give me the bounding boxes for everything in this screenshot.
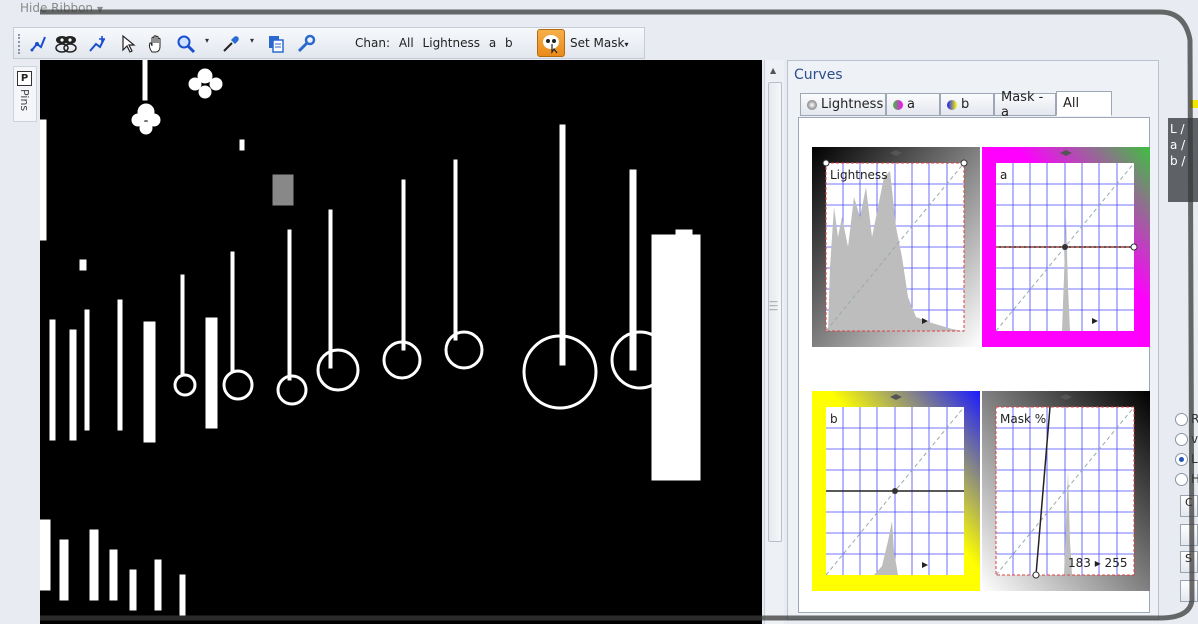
lab-readout-a: a /: [1170, 138, 1186, 152]
chevron-down-icon: ▾: [624, 40, 629, 49]
tab-label: b: [961, 97, 970, 112]
mask-preview-image: [40, 60, 701, 616]
chevron-down-icon: ▼: [96, 5, 104, 14]
app-window: { "ribbon": {"toggle_label": "Hide Ribbo…: [0, 0, 1198, 624]
lab-readout-box: L / a / b /: [1168, 118, 1198, 202]
chan-label: Chan:: [355, 36, 390, 50]
radio-option[interactable]: [1175, 413, 1188, 426]
tab-label: Lightness: [821, 97, 884, 112]
tab-label: a: [907, 97, 915, 112]
scroll-up-icon[interactable]: ▲: [770, 66, 776, 75]
side-button[interactable]: S: [1180, 551, 1198, 573]
pointer-icon[interactable]: [116, 32, 140, 56]
lab-readout-b: b /: [1170, 154, 1186, 168]
chan-option-a[interactable]: a: [489, 36, 496, 50]
curves-title: Curves: [794, 67, 843, 83]
add-point-icon[interactable]: [86, 32, 110, 56]
curve-point[interactable]: [960, 159, 968, 167]
side-button[interactable]: [1180, 524, 1198, 546]
graph-label-mask: Mask %: [1000, 412, 1046, 426]
hide-ribbon-label: Hide Ribbon: [20, 1, 94, 15]
lightness-curve-graph[interactable]: Lightness: [812, 147, 980, 347]
chan-option-all[interactable]: All: [399, 36, 414, 50]
curve-point[interactable]: [1062, 244, 1068, 250]
curve-point[interactable]: [822, 159, 830, 167]
a-channel-icon: [893, 99, 903, 110]
canvas-vertical-scrollbar[interactable]: ▲ — — —: [764, 60, 784, 624]
chan-option-lightness[interactable]: Lightness: [423, 36, 480, 50]
mask-face-icon: [543, 35, 559, 54]
curve-point[interactable]: [1032, 571, 1040, 579]
copy-icon[interactable]: [264, 32, 288, 56]
curve-tool-icon[interactable]: [26, 32, 50, 56]
curves-panel: Curves Lightness a b Mask - a All Lightn…: [787, 60, 1159, 620]
b-curve-graph[interactable]: b: [812, 391, 980, 591]
b-channel-icon: [947, 99, 957, 110]
yellow-indicator: [1190, 100, 1198, 108]
eyedropper-icon[interactable]: [219, 32, 243, 56]
set-mask-label: Set Mask: [570, 36, 625, 50]
graph-label-lightness: Lightness: [830, 168, 887, 182]
grip-lines-icon: — — —: [769, 297, 778, 315]
hide-ribbon-toggle[interactable]: Hide Ribbon ▼: [20, 1, 103, 15]
radio-option-selected[interactable]: [1175, 453, 1188, 466]
wrench-icon[interactable]: [294, 32, 318, 56]
tab-mask-a[interactable]: Mask - a: [994, 90, 1056, 120]
curve-point[interactable]: [892, 488, 898, 494]
pin-box[interactable]: P: [17, 71, 32, 86]
tab-label: Mask - a: [1001, 89, 1044, 120]
radio-option[interactable]: [1175, 433, 1188, 446]
radio-label: L: [1191, 452, 1198, 466]
a-curve-graph[interactable]: a: [982, 147, 1150, 347]
tab-a[interactable]: a: [886, 93, 940, 116]
side-button[interactable]: [1180, 580, 1198, 602]
tab-label: All: [1063, 96, 1080, 111]
channel-selector: Chan: All Lightness a b: [355, 36, 518, 50]
set-mask-dropdown[interactable]: Set Mask▾: [570, 36, 628, 50]
zoom-dropdown-icon[interactable]: ▾: [205, 36, 209, 45]
eyedropper-dropdown-icon[interactable]: ▾: [250, 36, 254, 45]
lab-readout-l: L /: [1170, 122, 1185, 136]
toolbar-grip[interactable]: [18, 34, 21, 54]
lightness-icon: [807, 99, 817, 110]
mask-mode-button[interactable]: [537, 29, 565, 57]
curve-point[interactable]: [1130, 243, 1138, 251]
image-canvas[interactable]: [40, 60, 762, 624]
radio-label: H: [1191, 472, 1198, 486]
mask-range-readout: 183 ▸ 255: [1068, 556, 1127, 570]
tab-b[interactable]: b: [940, 93, 994, 116]
graph-label-a: a: [1000, 168, 1007, 182]
tab-all[interactable]: All: [1056, 91, 1112, 116]
radio-label: v: [1191, 432, 1198, 446]
main-toolbar: ▾ ▾ Chan: All Lightness a b Set Mask▾: [13, 27, 645, 59]
pins-panel[interactable]: P Pins: [13, 66, 37, 122]
pins-label: Pins: [18, 89, 31, 112]
tab-lightness[interactable]: Lightness: [800, 93, 886, 116]
side-button[interactable]: C: [1180, 495, 1198, 517]
zoom-icon[interactable]: [174, 32, 198, 56]
chan-option-b[interactable]: b: [505, 36, 513, 50]
mask-tool-icon[interactable]: [54, 32, 78, 56]
mask-curve-graph[interactable]: Mask % 183 ▸ 255: [982, 391, 1150, 591]
graph-label-b: b: [830, 412, 838, 426]
radio-option[interactable]: [1175, 473, 1188, 486]
radio-label: R: [1191, 412, 1198, 426]
hand-icon[interactable]: [144, 32, 168, 56]
